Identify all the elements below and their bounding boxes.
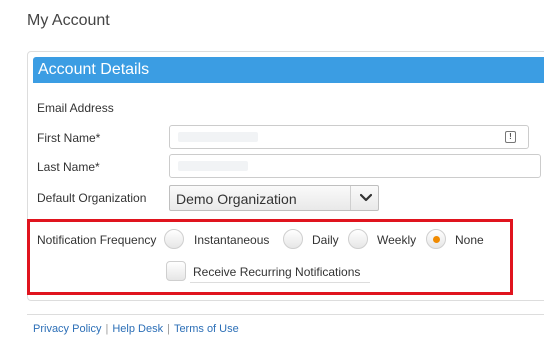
last-name-label: Last Name* [37,160,100,174]
page-title: My Account [27,12,110,29]
email-address-label: Email Address [37,101,114,115]
radio-weekly[interactable] [348,229,368,249]
last-name-value [178,161,248,171]
select-divider [350,186,351,210]
checkbox-underline [190,282,370,283]
panel-header: Account Details [33,57,544,83]
contact-card-icon[interactable]: ! [505,131,516,143]
terms-of-use-link[interactable]: Terms of Use [174,323,239,335]
recurring-notifications-checkbox[interactable] [166,261,186,281]
selected-organization: Demo Organization [176,191,297,207]
radio-daily[interactable] [283,229,303,249]
default-organization-select[interactable]: Demo Organization [169,185,379,211]
footer-divider [27,314,544,315]
help-desk-link[interactable]: Help Desk [112,323,163,335]
radio-none[interactable] [426,229,446,249]
recurring-notifications-label[interactable]: Receive Recurring Notifications [193,265,360,279]
footer-separator: | [105,323,109,335]
first-name-label: First Name* [37,131,101,145]
chevron-down-icon[interactable] [360,192,372,204]
radio-label-none: None [455,233,484,247]
radio-instantaneous[interactable] [164,229,184,249]
last-name-field[interactable] [169,154,541,178]
default-organization-label: Default Organization [37,191,147,205]
footer-separator: | [167,323,170,335]
radio-label-weekly: Weekly [377,233,417,247]
first-name-value [178,132,258,142]
notification-frequency-label: Notification Frequency [37,233,157,247]
privacy-policy-link[interactable]: Privacy Policy [33,323,101,335]
footer-links: Privacy Policy | Help Desk | Terms of Use [33,323,239,335]
radio-label-instantaneous: Instantaneous [194,233,270,247]
first-name-field[interactable]: ! [169,125,529,149]
radio-label-daily: Daily [312,233,339,247]
